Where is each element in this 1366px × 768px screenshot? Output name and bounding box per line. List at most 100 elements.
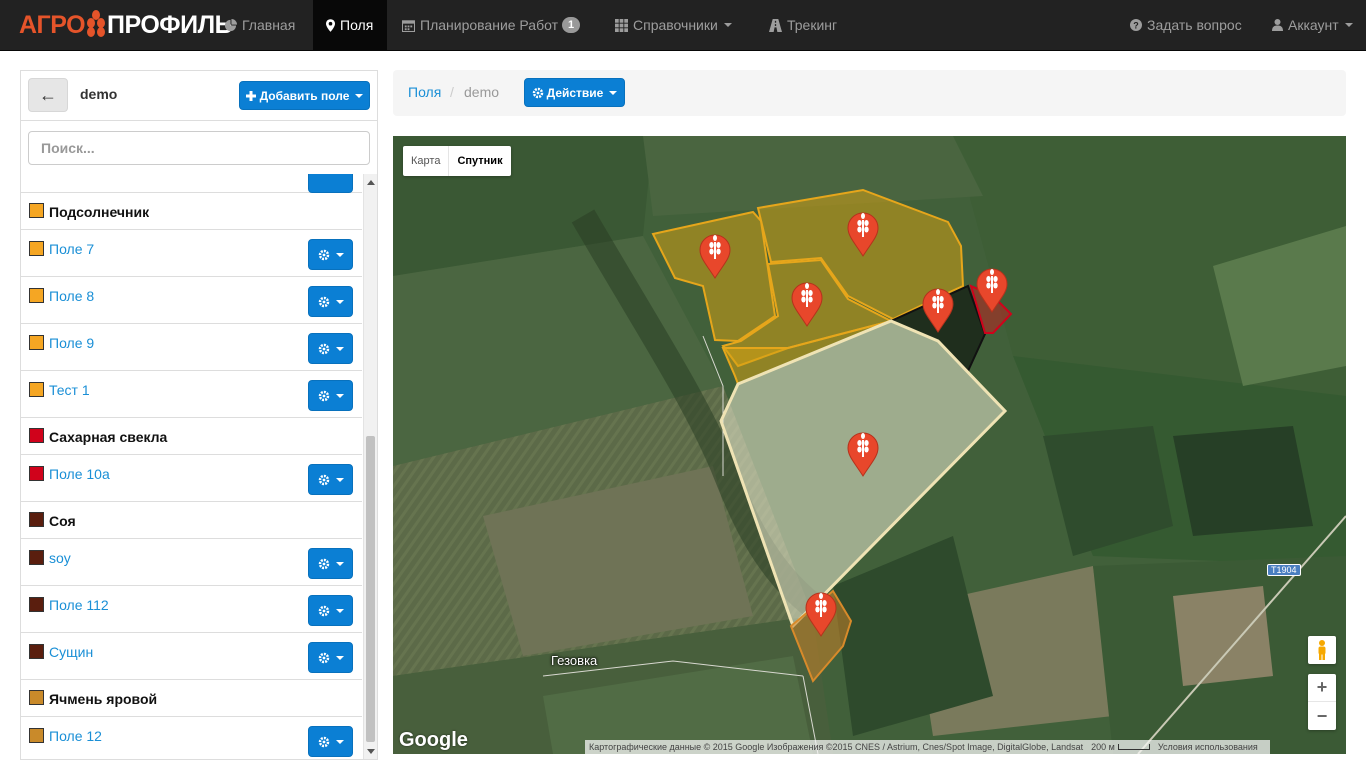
logo-text-profil: ПРОФИЛЬ <box>107 10 233 39</box>
crop-color-swatch <box>29 466 44 481</box>
field-row: Тест 1 <box>21 371 362 418</box>
street-view-pegman-icon[interactable] <box>1308 636 1336 664</box>
breadcrumb-fields-link[interactable]: Поля <box>408 84 441 100</box>
breadcrumb-separator: / <box>450 84 454 100</box>
terms-link[interactable]: Условия использования <box>1158 742 1258 752</box>
google-logo[interactable]: Google <box>399 729 468 752</box>
crop-color-swatch <box>29 382 44 397</box>
crop-group-header: Соя <box>21 502 362 539</box>
zoom-in-button[interactable]: + <box>1308 674 1336 702</box>
chevron-down-icon <box>335 252 344 257</box>
list-scrollbar[interactable] <box>363 174 377 759</box>
gear-icon <box>318 343 329 354</box>
map-imagery[interactable] <box>393 136 1346 754</box>
road-icon <box>769 18 782 32</box>
field-actions-button[interactable] <box>308 239 353 270</box>
crop-color-swatch <box>29 428 44 443</box>
crop-group-header: Сахарная свекла <box>21 418 362 455</box>
panel-header: ← demo Добавить поле <box>21 71 377 121</box>
nav-references[interactable]: Справочники <box>615 0 732 50</box>
scroll-up-icon[interactable] <box>367 180 375 185</box>
field-actions-button[interactable] <box>308 380 353 411</box>
farm-title: demo <box>80 86 118 102</box>
gear-icon <box>318 736 329 747</box>
user-icon <box>1272 19 1283 31</box>
field-link[interactable]: Поле 10а <box>49 466 110 482</box>
field-actions-button[interactable] <box>308 333 353 364</box>
chevron-down-icon <box>335 655 344 660</box>
action-button[interactable]: Действие <box>524 78 625 107</box>
svg-text:?: ? <box>1133 21 1139 31</box>
field-row: soy <box>21 539 362 586</box>
gear-icon <box>318 652 329 663</box>
field-actions-button[interactable] <box>308 595 353 626</box>
calendar-icon <box>402 19 415 32</box>
field-link[interactable]: Поле 12 <box>49 728 102 744</box>
field-actions-button[interactable] <box>308 726 353 757</box>
map-marker-icon <box>326 18 335 32</box>
crop-color-swatch <box>29 550 44 565</box>
gear-icon <box>532 87 543 98</box>
gear-icon <box>318 558 329 569</box>
field-link[interactable]: Поле 8 <box>49 288 94 304</box>
nav-planning[interactable]: Планирование Работ 1 <box>402 0 581 50</box>
crop-color-swatch <box>29 288 44 303</box>
nav-fields[interactable]: Поля <box>313 0 387 50</box>
scale-bar <box>1117 744 1150 750</box>
field-link[interactable]: Поле 7 <box>49 241 94 257</box>
field-actions-button[interactable] <box>308 548 353 579</box>
crop-color-swatch <box>29 335 44 350</box>
scroll-down-icon[interactable] <box>367 749 375 754</box>
crop-group-label: Соя <box>49 513 76 529</box>
chevron-down-icon <box>335 346 344 351</box>
chevron-down-icon <box>335 299 344 304</box>
nav-account[interactable]: Аккаунт <box>1272 0 1353 50</box>
action-label: Действие <box>546 85 604 100</box>
list-item <box>21 174 362 193</box>
attribution-text: Картографические данные © 2015 Google Из… <box>589 742 1084 752</box>
chevron-down-icon <box>335 393 344 398</box>
crop-group-label: Сахарная свекла <box>49 429 168 445</box>
field-row: Поле 8 <box>21 277 362 324</box>
gear-icon <box>318 605 329 616</box>
satellite-map[interactable]: Карта Спутник Гезовка T1904 + − Google К… <box>393 136 1346 754</box>
nav-help[interactable]: ? Задать вопрос <box>1130 0 1242 50</box>
field-row: Поле 112 <box>21 586 362 633</box>
zoom-control: + − <box>1308 674 1336 730</box>
chevron-down-icon <box>355 93 364 98</box>
field-actions-button[interactable] <box>308 642 353 673</box>
fields-list: Подсолнечник Поле 7 Поле 8 Поле 9 Тест 1… <box>21 174 362 759</box>
field-actions-button[interactable] <box>308 464 353 495</box>
field-link[interactable]: Тест 1 <box>49 382 90 398</box>
chevron-down-icon <box>609 90 618 95</box>
field-link[interactable]: Поле 112 <box>49 597 109 613</box>
map-type-satellite-button[interactable]: Спутник <box>449 146 510 176</box>
top-navbar: АГРО ПРОФИЛЬ Главная Поля Планирование Р… <box>0 0 1366 51</box>
field-row: Сущин <box>21 633 362 680</box>
scroll-thumb[interactable] <box>366 436 375 742</box>
map-attribution: Картографические данные © 2015 Google Из… <box>585 740 1270 754</box>
search-input[interactable] <box>28 131 370 165</box>
gear-icon <box>318 474 329 485</box>
gear-icon <box>318 296 329 307</box>
field-link[interactable]: soy <box>49 550 71 566</box>
app-logo[interactable]: АГРО ПРОФИЛЬ <box>19 8 233 42</box>
back-button[interactable]: ← <box>28 78 68 112</box>
add-field-button[interactable]: Добавить поле <box>239 81 370 110</box>
nav-tracking[interactable]: Трекинг <box>769 0 837 50</box>
logo-text-agro: АГРО <box>19 10 86 39</box>
chevron-down-icon <box>335 608 344 613</box>
breadcrumb: Поля / demo Действие <box>393 70 1346 116</box>
field-actions-button[interactable] <box>308 174 353 193</box>
field-link[interactable]: Сущин <box>49 644 93 660</box>
map-type-map-button[interactable]: Карта <box>403 146 450 176</box>
breadcrumb-current: demo <box>464 84 500 100</box>
add-field-label: Добавить поле <box>259 88 350 103</box>
zoom-out-button[interactable]: − <box>1308 702 1336 730</box>
field-actions-button[interactable] <box>308 286 353 317</box>
plus-icon <box>245 90 256 101</box>
field-link[interactable]: Поле 9 <box>49 335 94 351</box>
field-row: Поле 7 <box>21 230 362 277</box>
crop-group-label: Ячмень яровой <box>49 691 158 707</box>
nav-home[interactable]: Главная <box>224 0 295 50</box>
